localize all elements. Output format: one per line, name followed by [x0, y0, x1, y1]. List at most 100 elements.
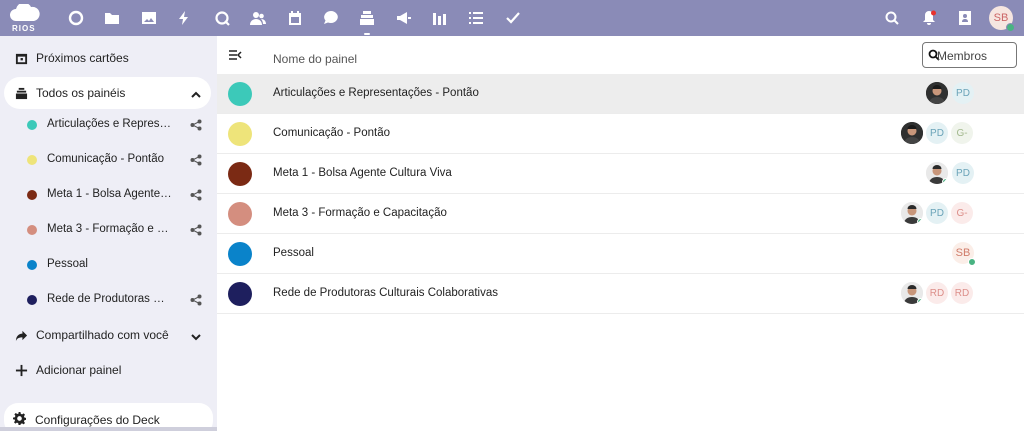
board-color-dot: [228, 242, 252, 266]
members-filter-input[interactable]: [937, 47, 1013, 65]
checkmark-icon[interactable]: [502, 7, 524, 29]
top-bar: RIOS SB: [0, 0, 1024, 36]
boards-list: Nome do painel Articulações e Representa…: [217, 36, 1024, 431]
board-row[interactable]: Articulações e Representações - Pontão P…: [217, 74, 1024, 114]
calendar-icon[interactable]: [284, 7, 306, 29]
board-color-dot: [27, 190, 37, 200]
dashboard-icon[interactable]: [65, 7, 87, 29]
board-color-dot: [228, 282, 252, 306]
board-row[interactable]: Comunicação - Pontão PD G-: [217, 114, 1024, 154]
member-avatar[interactable]: RD: [951, 282, 973, 304]
member-avatar-photo[interactable]: [901, 282, 923, 304]
member-avatar[interactable]: PD: [952, 82, 974, 104]
chevron-up-icon[interactable]: [191, 88, 201, 98]
member-avatar[interactable]: G-: [951, 202, 973, 224]
board-title[interactable]: Meta 3 - Formação e Capacitação: [273, 207, 447, 219]
calendar-icon: [14, 51, 28, 65]
board-color-dot: [228, 162, 252, 186]
board-color-dot: [27, 260, 37, 270]
sidebar-board-item[interactable]: Articulações e Representações - Pontão: [20, 109, 211, 141]
member-avatar[interactable]: G-: [951, 122, 973, 144]
member-initials: G-: [956, 127, 968, 139]
member-initials: RD: [954, 287, 970, 299]
photos-icon[interactable]: [138, 7, 160, 29]
board-title[interactable]: Rede de Produtoras Culturais Colaborativ…: [273, 287, 498, 299]
logo[interactable]: RIOS: [10, 4, 42, 34]
notifications-icon[interactable]: [918, 7, 940, 29]
sidebar-scrollbar[interactable]: [0, 427, 247, 431]
sidebar-board-item[interactable]: Meta 3 - Formação e Capacitação: [20, 214, 211, 246]
share-icon[interactable]: [190, 294, 202, 306]
board-color-dot: [27, 120, 37, 130]
share-icon[interactable]: [190, 189, 202, 201]
member-avatar[interactable]: PD: [926, 202, 948, 224]
column-header-board-name: Nome do painel: [273, 52, 358, 66]
member-initials: PD: [956, 167, 970, 179]
contacts-menu-icon[interactable]: [954, 7, 976, 29]
board-row[interactable]: Meta 3 - Formação e Capacitação PD G-: [217, 194, 1024, 234]
search-icon[interactable]: [881, 7, 903, 29]
member-initials: SB: [955, 247, 971, 259]
announcements-icon[interactable]: [392, 7, 414, 29]
board-label: Articulações e Representações - Pontão: [47, 118, 172, 130]
board-title[interactable]: Pessoal: [273, 247, 314, 259]
toggle-sidebar-icon[interactable]: [228, 48, 242, 62]
share-icon[interactable]: [190, 119, 202, 131]
online-status-icon: [968, 258, 976, 266]
share-arrow-icon: [14, 328, 28, 342]
files-icon[interactable]: [101, 7, 123, 29]
member-initials: RD: [929, 287, 945, 299]
member-initials: PD: [956, 87, 970, 99]
board-color-dot: [228, 122, 252, 146]
sidebar-board-item[interactable]: Rede de Produtoras Culturais Colaborativ…: [20, 284, 211, 316]
share-icon[interactable]: [190, 154, 202, 166]
gear-icon: [13, 412, 27, 426]
member-avatar-photo[interactable]: [901, 122, 923, 144]
board-title[interactable]: Meta 1 - Bolsa Agente Cultura Viva: [273, 167, 452, 179]
member-avatar[interactable]: PD: [952, 162, 974, 184]
nav-upcoming-cards[interactable]: Próximos cartões: [4, 42, 211, 74]
member-avatar-photo[interactable]: [926, 82, 948, 104]
add-board-button[interactable]: Adicionar painel: [4, 354, 211, 386]
tasks-icon[interactable]: [465, 7, 487, 29]
board-color-dot: [27, 225, 37, 235]
board-label: Meta 1 - Bolsa Agente Cultura Viva: [47, 188, 172, 200]
online-status-icon: [942, 178, 948, 184]
nav-shared-with-you[interactable]: Compartilhado com você: [4, 319, 211, 351]
board-row[interactable]: Meta 1 - Bolsa Agente Cultura Viva PD: [217, 154, 1024, 194]
search-app-icon[interactable]: [211, 7, 233, 29]
deck-settings-label: Configurações do Deck: [35, 413, 160, 427]
board-label: Comunicação - Pontão: [47, 153, 164, 165]
chevron-down-icon[interactable]: [191, 330, 201, 341]
sidebar-board-item[interactable]: Pessoal: [20, 249, 211, 281]
member-avatar-photo[interactable]: [926, 162, 948, 184]
members-filter[interactable]: [922, 42, 1017, 68]
sidebar-board-item[interactable]: Comunicação - Pontão: [20, 144, 211, 176]
board-row[interactable]: Pessoal SB: [217, 234, 1024, 274]
member-avatar-photo[interactable]: [901, 202, 923, 224]
share-icon[interactable]: [190, 224, 202, 236]
user-avatar[interactable]: SB: [989, 6, 1015, 32]
board-row[interactable]: Rede de Produtoras Culturais Colaborativ…: [217, 274, 1024, 314]
board-label: Pessoal: [47, 258, 88, 270]
activity-icon[interactable]: [173, 7, 195, 29]
board-color-dot: [228, 202, 252, 226]
cloud-logo-icon: [10, 4, 40, 21]
talk-icon[interactable]: [320, 7, 342, 29]
deck-icon[interactable]: [356, 7, 378, 35]
board-title[interactable]: Articulações e Representações - Pontão: [273, 87, 479, 99]
board-color-dot: [228, 82, 252, 106]
board-title[interactable]: Comunicação - Pontão: [273, 127, 390, 139]
sidebar: Próximos cartões Todos os painéis Articu…: [0, 36, 247, 431]
board-label: Meta 3 - Formação e Capacitação: [47, 223, 172, 235]
analytics-icon[interactable]: [429, 7, 451, 29]
contacts-icon[interactable]: [247, 7, 269, 29]
member-avatar[interactable]: RD: [926, 282, 948, 304]
nav-all-boards[interactable]: Todos os painéis: [4, 77, 211, 109]
nav-all-boards-label: Todos os painéis: [36, 86, 126, 100]
sidebar-board-item[interactable]: Meta 1 - Bolsa Agente Cultura Viva: [20, 179, 211, 211]
brand-name: RIOS: [12, 24, 36, 33]
member-avatar[interactable]: PD: [926, 122, 948, 144]
member-avatar[interactable]: SB: [952, 242, 976, 266]
member-initials: PD: [930, 127, 944, 139]
